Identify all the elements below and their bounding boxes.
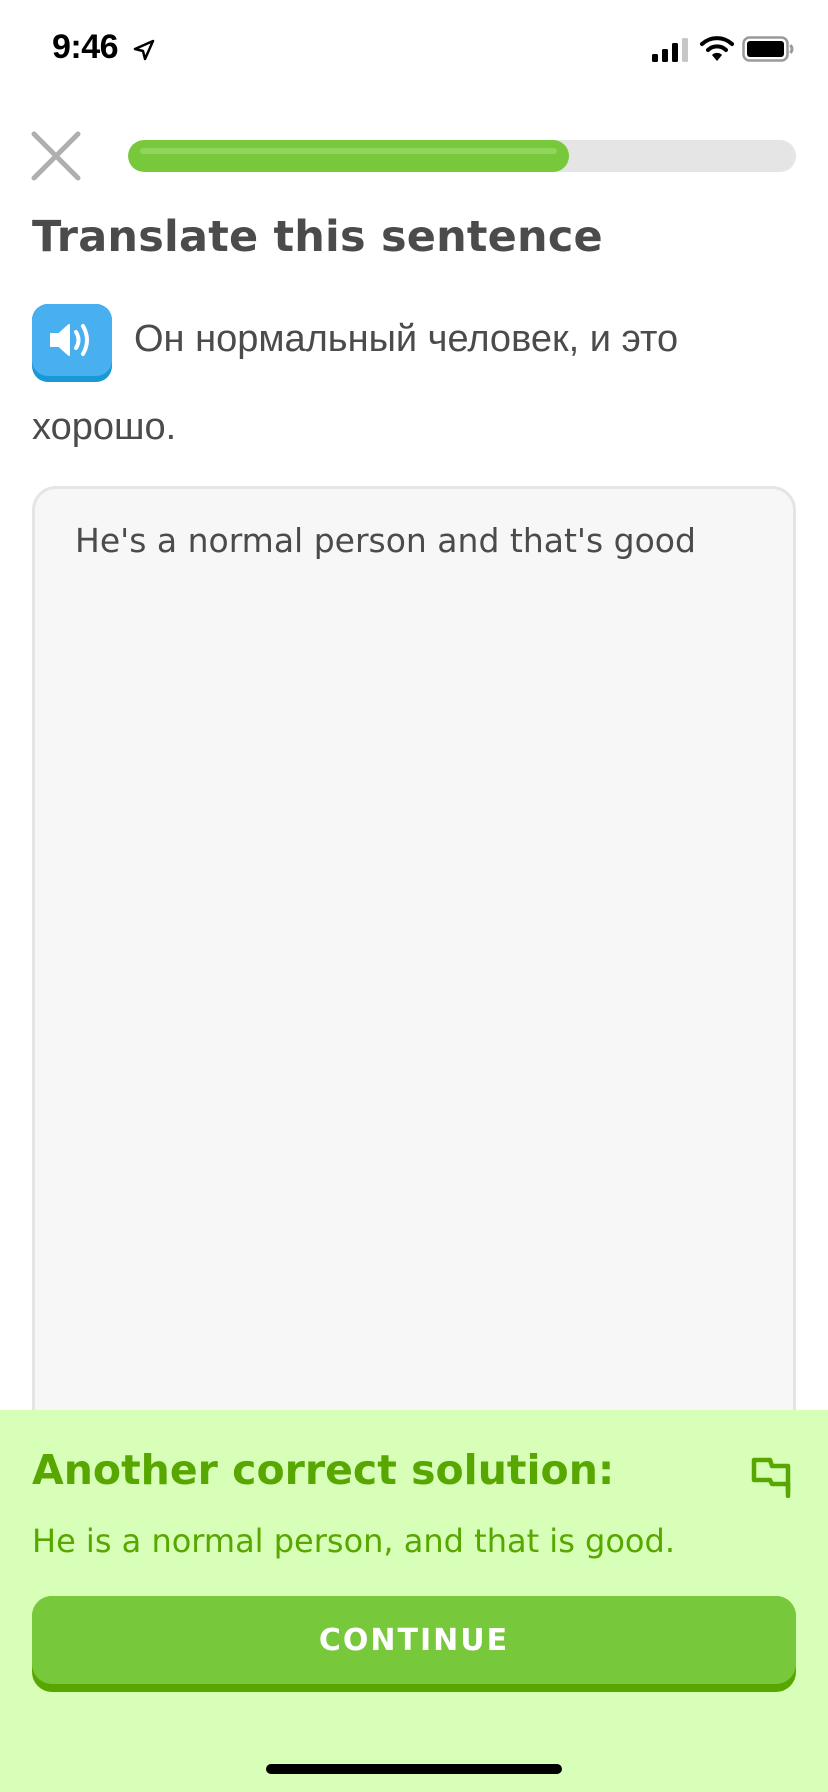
cellular-signal-icon	[652, 38, 688, 62]
prompt-sentence-line2[interactable]: хорошо.	[32, 406, 176, 449]
speaker-icon	[50, 324, 89, 356]
close-button[interactable]	[30, 130, 82, 182]
page-title: Translate this sentence	[32, 212, 603, 262]
progress-shine	[140, 148, 557, 154]
play-audio-button[interactable]	[32, 304, 112, 382]
wifi-icon	[700, 36, 734, 61]
answer-text: He's a normal person and that's good	[75, 521, 696, 560]
flag-icon[interactable]	[748, 1452, 794, 1498]
feedback-title: Another correct solution:	[32, 1446, 615, 1494]
location-arrow-icon	[133, 39, 155, 61]
close-icon	[31, 131, 81, 181]
continue-label: CONTINUE	[318, 1622, 510, 1658]
feedback-panel: Another correct solution: He is a normal…	[0, 1410, 828, 1792]
lesson-progress-bar	[128, 140, 796, 172]
correct-solution-text: He is a normal person, and that is good.	[32, 1522, 675, 1560]
status-time: 9:46	[52, 28, 119, 66]
answer-textarea[interactable]: He's a normal person and that's good	[32, 486, 796, 1486]
continue-button[interactable]: CONTINUE	[32, 1596, 796, 1692]
status-bar: 9:46	[0, 0, 828, 100]
battery-icon	[742, 36, 794, 62]
progress-fill	[128, 140, 569, 172]
home-indicator	[266, 1764, 562, 1774]
prompt-sentence-line1[interactable]: Он нормальный человек, и это	[134, 318, 678, 361]
